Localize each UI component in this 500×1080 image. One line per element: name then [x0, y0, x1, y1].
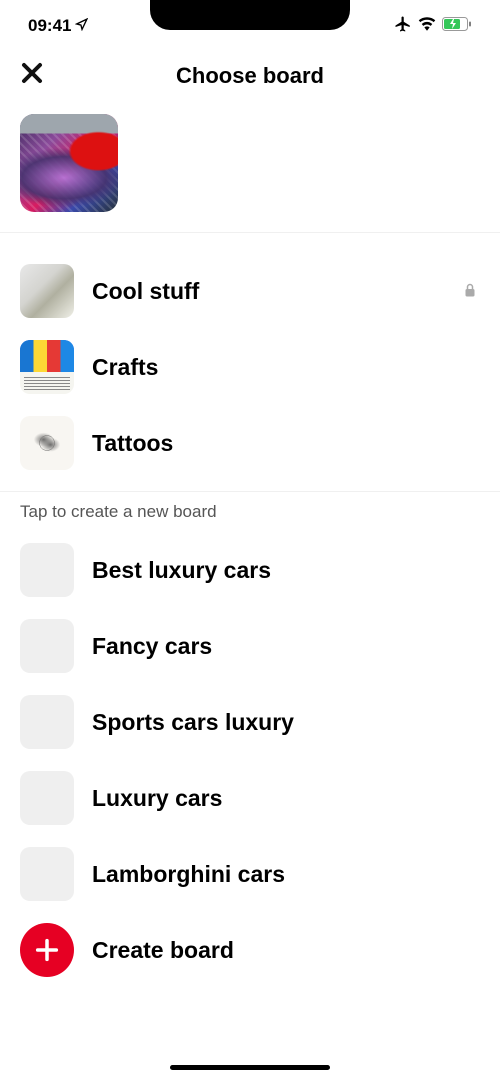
pin-preview	[0, 104, 500, 232]
airplane-mode-icon	[394, 15, 412, 38]
suggested-board-item[interactable]: Lamborghini cars	[20, 836, 480, 912]
create-board-label: Create board	[92, 937, 234, 964]
board-label: Cool stuff	[92, 278, 446, 305]
board-label: Crafts	[92, 354, 480, 381]
suggested-board-item[interactable]: Sports cars luxury	[20, 684, 480, 760]
suggested-board-item[interactable]: Luxury cars	[20, 760, 480, 836]
home-indicator[interactable]	[170, 1065, 330, 1070]
close-button[interactable]	[20, 61, 44, 91]
create-board-hint: Tap to create a new board	[0, 492, 500, 526]
board-label: Luxury cars	[92, 785, 480, 812]
lock-icon	[464, 283, 476, 300]
status-time: 09:41	[28, 16, 71, 36]
suggested-boards-list: Best luxury cars Fancy cars Sports cars …	[0, 526, 500, 988]
suggested-board-item[interactable]: Fancy cars	[20, 608, 480, 684]
board-thumbnail	[20, 264, 74, 318]
plus-icon	[20, 923, 74, 977]
board-label: Best luxury cars	[92, 557, 480, 584]
suggested-board-item[interactable]: Best luxury cars	[20, 532, 480, 608]
board-thumbnail-placeholder	[20, 695, 74, 749]
board-label: Sports cars luxury	[92, 709, 480, 736]
board-item-cool-stuff[interactable]: Cool stuff	[20, 253, 480, 329]
board-item-tattoos[interactable]: Tattoos	[20, 405, 480, 481]
page-title: Choose board	[176, 63, 324, 89]
board-thumbnail-placeholder	[20, 543, 74, 597]
location-icon	[75, 16, 88, 36]
board-thumbnail-placeholder	[20, 771, 74, 825]
board-label: Fancy cars	[92, 633, 480, 660]
board-item-crafts[interactable]: Crafts	[20, 329, 480, 405]
create-board-button[interactable]: Create board	[20, 912, 480, 988]
board-thumbnail-placeholder	[20, 619, 74, 673]
board-label: Tattoos	[92, 430, 480, 457]
board-thumbnail	[20, 416, 74, 470]
modal-header: Choose board	[0, 48, 500, 104]
wifi-icon	[418, 17, 436, 36]
pin-thumbnail	[20, 114, 118, 212]
board-thumbnail-placeholder	[20, 847, 74, 901]
device-notch	[150, 0, 350, 30]
board-thumbnail	[20, 340, 74, 394]
existing-boards-list: Cool stuff Crafts Tattoos	[0, 233, 500, 481]
board-label: Lamborghini cars	[92, 861, 480, 888]
battery-icon	[442, 17, 472, 36]
